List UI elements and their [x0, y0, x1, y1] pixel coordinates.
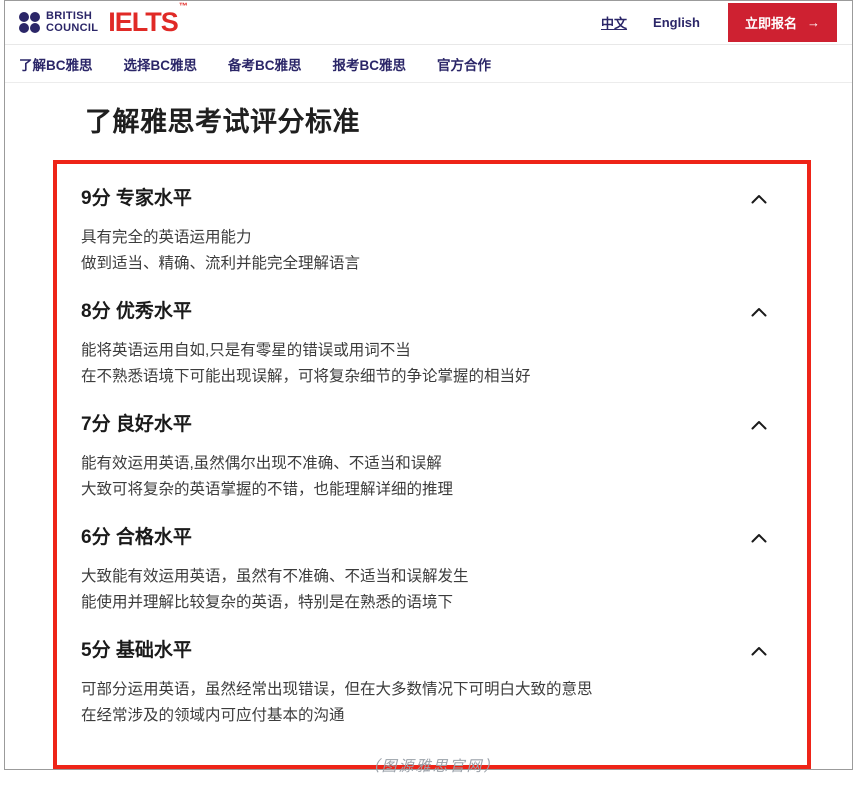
- british-council-wordmark: BRITISH COUNCIL: [46, 11, 98, 34]
- accordion-header-band7[interactable]: 7分 良好水平: [81, 412, 767, 438]
- criteria-line: 做到适当、精确、流利并能完全理解语言: [81, 251, 767, 277]
- chevron-up-icon[interactable]: [751, 420, 767, 430]
- chevron-up-icon[interactable]: [751, 307, 767, 317]
- arrow-right-icon: →: [807, 15, 820, 30]
- ielts-wordmark: IELTS™: [108, 9, 186, 36]
- nav-item-prepare-bc-ielts[interactable]: 备考BC雅思: [228, 54, 302, 74]
- british-council-ielts-logo[interactable]: BRITISH COUNCIL IELTS™: [19, 9, 186, 36]
- criteria-line: 能将英语运用自如,只是有零星的错误或用词不当: [81, 338, 767, 364]
- nav-item-official-cooperation[interactable]: 官方合作: [437, 54, 491, 74]
- image-source-caption: （图源雅思官网）: [0, 755, 865, 776]
- british-council-dots-icon: [19, 12, 40, 33]
- accordion-header-band5[interactable]: 5分 基础水平: [81, 638, 767, 664]
- page-container: BRITISH COUNCIL IELTS™ 中文 English 立即报名 →…: [4, 0, 853, 770]
- chevron-up-icon[interactable]: [751, 646, 767, 656]
- accordion-header-band9[interactable]: 9分 专家水平: [81, 186, 767, 212]
- accordion-section-band6: 6分 合格水平 大致能有效运用英语，虽然有不准确、不适当和误解发生 能使用并理解…: [81, 525, 767, 616]
- accordion-section-band7: 7分 良好水平 能有效运用英语,虽然偶尔出现不准确、不适当和误解 大致可将复杂的…: [81, 412, 767, 503]
- accordion-title: 9分 专家水平: [81, 186, 192, 212]
- accordion-body: 可部分运用英语，虽然经常出现错误，但在大多数情况下可明白大致的意思 在经常涉及的…: [81, 677, 767, 729]
- chevron-up-icon[interactable]: [751, 533, 767, 543]
- accordion-body: 能将英语运用自如,只是有零星的错误或用词不当 在不熟悉语境下可能出现误解，可将复…: [81, 338, 767, 390]
- language-toggle-english[interactable]: English: [653, 15, 700, 30]
- accordion-title: 6分 合格水平: [81, 525, 192, 551]
- score-criteria-highlight-box: 9分 专家水平 具有完全的英语运用能力 做到适当、精确、流利并能完全理解语言 8…: [53, 160, 811, 769]
- accordion-header-band8[interactable]: 8分 优秀水平: [81, 299, 767, 325]
- register-now-button[interactable]: 立即报名 →: [728, 3, 837, 42]
- accordion-header-band6[interactable]: 6分 合格水平: [81, 525, 767, 551]
- nav-item-choose-bc-ielts[interactable]: 选择BC雅思: [124, 54, 198, 74]
- language-toggle-chinese[interactable]: 中文: [601, 13, 627, 32]
- trademark-symbol: ™: [179, 1, 187, 11]
- accordion-section-band9: 9分 专家水平 具有完全的英语运用能力 做到适当、精确、流利并能完全理解语言: [81, 186, 767, 277]
- site-header: BRITISH COUNCIL IELTS™ 中文 English 立即报名 →: [5, 1, 852, 45]
- main-navigation: 了解BC雅思 选择BC雅思 备考BC雅思 报考BC雅思 官方合作: [5, 45, 852, 83]
- nav-item-learn-bc-ielts[interactable]: 了解BC雅思: [19, 54, 93, 74]
- accordion-title: 7分 良好水平: [81, 412, 192, 438]
- accordion-body: 能有效运用英语,虽然偶尔出现不准确、不适当和误解 大致可将复杂的英语掌握的不错，…: [81, 451, 767, 503]
- criteria-line: 在不熟悉语境下可能出现误解，可将复杂细节的争论掌握的相当好: [81, 364, 767, 390]
- criteria-line: 具有完全的英语运用能力: [81, 225, 767, 251]
- criteria-line: 大致能有效运用英语，虽然有不准确、不适当和误解发生: [81, 564, 767, 590]
- page-title: 了解雅思考试评分标准: [85, 100, 852, 139]
- criteria-line: 可部分运用英语，虽然经常出现错误，但在大多数情况下可明白大致的意思: [81, 677, 767, 703]
- register-now-label: 立即报名: [745, 13, 797, 32]
- chevron-up-icon[interactable]: [751, 194, 767, 204]
- header-actions: 中文 English 立即报名 →: [575, 3, 837, 42]
- accordion-title: 5分 基础水平: [81, 638, 192, 664]
- criteria-line: 能使用并理解比较复杂的英语，特别是在熟悉的语境下: [81, 590, 767, 616]
- criteria-line: 大致可将复杂的英语掌握的不错，也能理解详细的推理: [81, 477, 767, 503]
- nav-item-register-bc-ielts[interactable]: 报考BC雅思: [333, 54, 407, 74]
- accordion-title: 8分 优秀水平: [81, 299, 192, 325]
- criteria-line: 能有效运用英语,虽然偶尔出现不准确、不适当和误解: [81, 451, 767, 477]
- accordion-section-band5: 5分 基础水平 可部分运用英语，虽然经常出现错误，但在大多数情况下可明白大致的意…: [81, 638, 767, 729]
- accordion-section-band8: 8分 优秀水平 能将英语运用自如,只是有零星的错误或用词不当 在不熟悉语境下可能…: [81, 299, 767, 390]
- criteria-line: 在经常涉及的领域内可应付基本的沟通: [81, 703, 767, 729]
- accordion-body: 大致能有效运用英语，虽然有不准确、不适当和误解发生 能使用并理解比较复杂的英语，…: [81, 564, 767, 616]
- accordion-body: 具有完全的英语运用能力 做到适当、精确、流利并能完全理解语言: [81, 225, 767, 277]
